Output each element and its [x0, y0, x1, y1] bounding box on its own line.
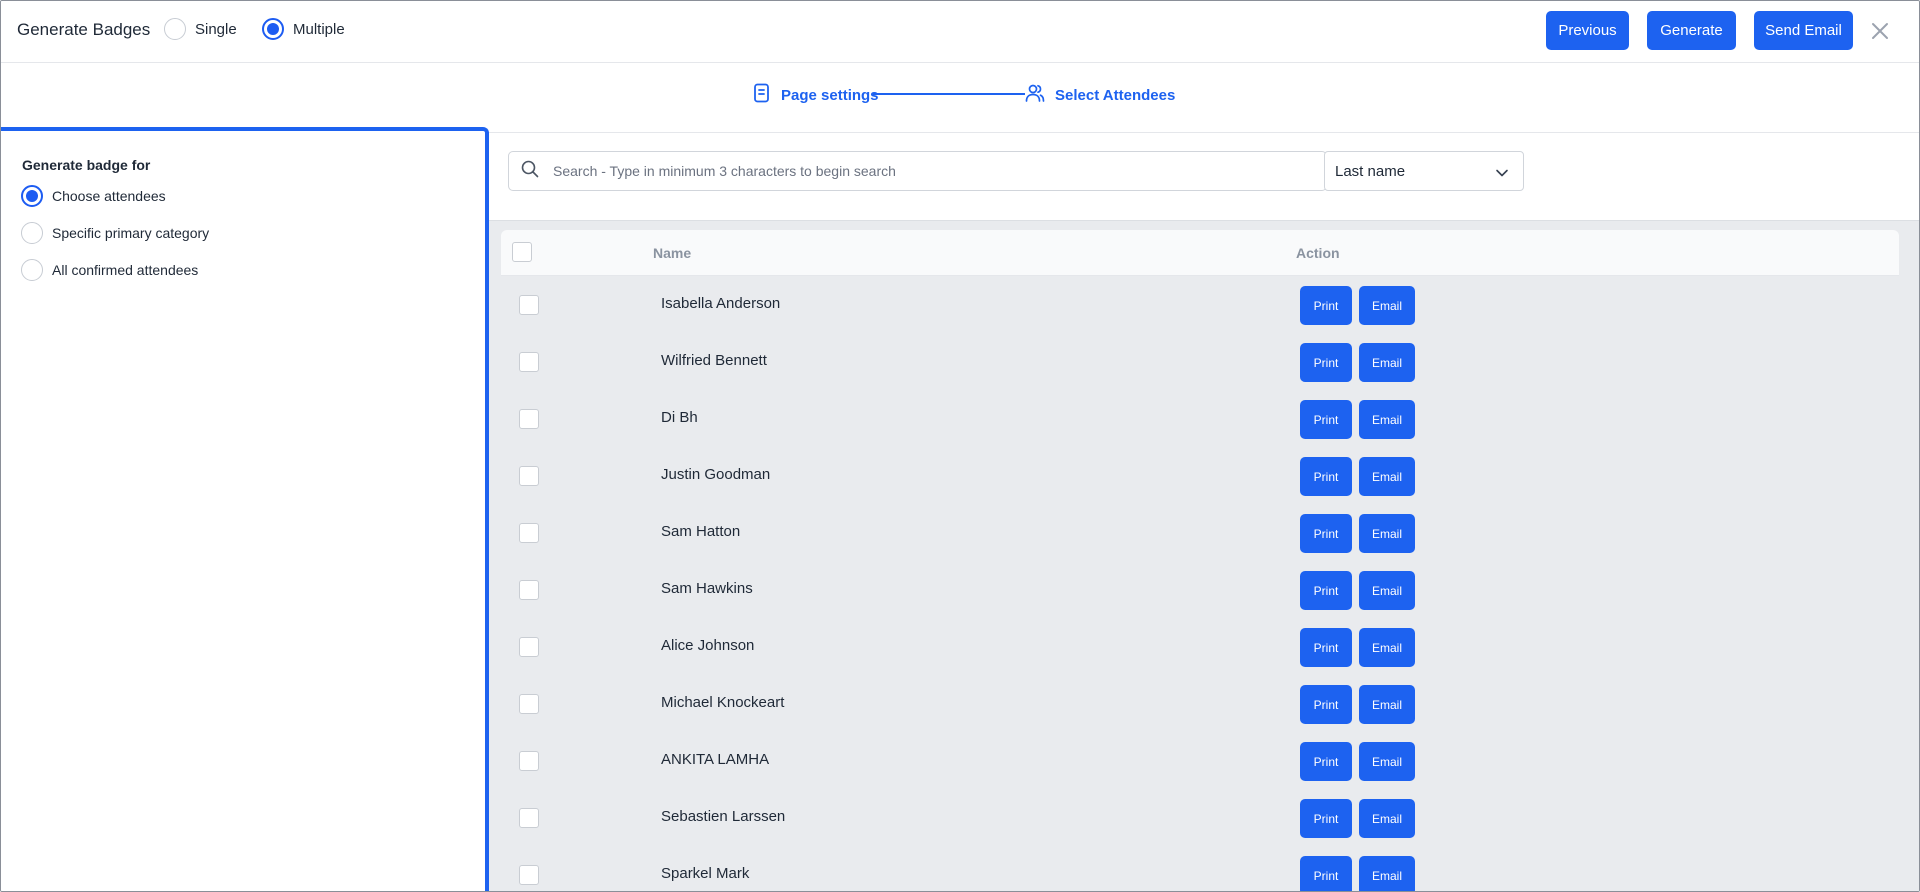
row-checkbox[interactable]	[519, 523, 539, 543]
print-button[interactable]: Print	[1300, 628, 1352, 667]
email-button[interactable]: Email	[1359, 514, 1415, 553]
chevron-down-icon	[1495, 165, 1509, 182]
email-button[interactable]: Email	[1359, 286, 1415, 325]
table-row: Sparkel Mark Print Email	[501, 847, 1899, 891]
specific-primary-category-label: Specific primary category	[52, 225, 210, 241]
search-input[interactable]	[553, 163, 1326, 179]
row-checkbox[interactable]	[519, 295, 539, 315]
print-button[interactable]: Print	[1300, 685, 1352, 724]
modal-title: Generate Badges	[17, 20, 151, 39]
print-button[interactable]: Print	[1300, 286, 1352, 325]
row-checkbox[interactable]	[519, 352, 539, 372]
table-row: Michael Knockeart Print Email	[501, 676, 1899, 733]
attendee-list-area: Last name Name Action Isabella Anderson P…	[489, 134, 1919, 891]
generate-badge-for-heading: Generate badge for	[22, 157, 151, 173]
option-specific-primary-category[interactable]: Specific primary category	[21, 222, 209, 244]
attendee-name: Alice Johnson	[661, 637, 755, 654]
step-select-attendees-label: Select Attendees	[1055, 86, 1176, 104]
table-row: Wilfried Bennett Print Email	[501, 334, 1899, 391]
mode-single-option[interactable]: Single	[164, 18, 237, 40]
document-icon	[753, 83, 771, 107]
option-choose-attendees[interactable]: Choose attendees	[21, 185, 166, 207]
close-icon[interactable]	[1869, 20, 1891, 42]
row-checkbox[interactable]	[519, 751, 539, 771]
specific-primary-category-radio[interactable]	[21, 222, 43, 244]
row-checkbox[interactable]	[519, 580, 539, 600]
print-button[interactable]: Print	[1300, 742, 1352, 781]
action-column-header: Action	[1296, 245, 1340, 261]
name-column-header: Name	[653, 245, 692, 261]
attendee-name: Sparkel Mark	[661, 865, 750, 882]
email-button[interactable]: Email	[1359, 457, 1415, 496]
users-icon	[1025, 83, 1045, 107]
multiple-radio[interactable]	[262, 18, 284, 40]
print-button[interactable]: Print	[1300, 457, 1352, 496]
email-button[interactable]: Email	[1359, 742, 1415, 781]
attendee-name: Isabella Anderson	[661, 295, 781, 312]
email-button[interactable]: Email	[1359, 343, 1415, 382]
step-page-settings-label: Page settings	[781, 86, 879, 104]
badge-target-panel: Generate badge for Choose attendees Spec…	[1, 127, 489, 891]
email-button[interactable]: Email	[1359, 856, 1415, 891]
search-box	[508, 151, 1327, 191]
generate-badges-modal: Generate Badges Single Multiple Previous…	[0, 0, 1920, 892]
attendee-name: Di Bh	[661, 409, 698, 426]
email-button[interactable]: Email	[1359, 400, 1415, 439]
search-icon	[521, 160, 539, 183]
email-button[interactable]: Email	[1359, 685, 1415, 724]
print-button[interactable]: Print	[1300, 343, 1352, 382]
step-select-attendees[interactable]: Select Attendees	[1025, 83, 1175, 107]
choose-attendees-label: Choose attendees	[52, 188, 166, 204]
table-row: Di Bh Print Email	[501, 391, 1899, 448]
print-button[interactable]: Print	[1300, 400, 1352, 439]
option-all-confirmed-attendees[interactable]: All confirmed attendees	[21, 259, 198, 281]
attendee-name: Wilfried Bennett	[661, 352, 767, 369]
sort-select-value: Last name	[1335, 162, 1406, 180]
stepper-connector	[873, 93, 1025, 95]
table-row: Isabella Anderson Print Email	[501, 277, 1899, 334]
email-button[interactable]: Email	[1359, 571, 1415, 610]
attendee-name: Sam Hawkins	[661, 580, 753, 597]
send-email-button[interactable]: Send Email	[1754, 11, 1853, 50]
table-row: Justin Goodman Print Email	[501, 448, 1899, 505]
attendee-name: Justin Goodman	[661, 466, 771, 483]
modal-header: Generate Badges Single Multiple Previous…	[1, 1, 1919, 63]
stepper: Page settings Select Attendees	[1, 63, 1919, 133]
sort-select[interactable]: Last name	[1324, 151, 1524, 191]
single-label: Single	[195, 20, 237, 38]
table-row: Sebastien Larssen Print Email	[501, 790, 1899, 847]
attendee-name: Sebastien Larssen	[661, 808, 786, 825]
email-button[interactable]: Email	[1359, 799, 1415, 838]
row-checkbox[interactable]	[519, 637, 539, 657]
attendee-table: Name Action Isabella Anderson Print Email W…	[489, 220, 1919, 891]
row-checkbox[interactable]	[519, 865, 539, 885]
choose-attendees-radio[interactable]	[21, 185, 43, 207]
table-row: ANKITA LAMHA Print Email	[501, 733, 1899, 790]
row-checkbox[interactable]	[519, 808, 539, 828]
table-row: Sam Hatton Print Email	[501, 505, 1899, 562]
single-radio[interactable]	[164, 18, 186, 40]
row-checkbox[interactable]	[519, 466, 539, 486]
select-all-checkbox[interactable]	[512, 242, 532, 262]
table-header: Name Action	[501, 230, 1899, 276]
row-checkbox[interactable]	[519, 694, 539, 714]
generate-button[interactable]: Generate	[1647, 11, 1736, 50]
all-confirmed-attendees-radio[interactable]	[21, 259, 43, 281]
multiple-label: Multiple	[293, 20, 345, 38]
email-button[interactable]: Email	[1359, 628, 1415, 667]
table-row: Sam Hawkins Print Email	[501, 562, 1899, 619]
all-confirmed-attendees-label: All confirmed attendees	[52, 262, 199, 278]
mode-multiple-option[interactable]: Multiple	[262, 18, 345, 40]
row-checkbox[interactable]	[519, 409, 539, 429]
print-button[interactable]: Print	[1300, 856, 1352, 891]
print-button[interactable]: Print	[1300, 799, 1352, 838]
previous-button[interactable]: Previous	[1546, 11, 1629, 50]
attendee-name: ANKITA LAMHA	[661, 751, 770, 768]
attendee-name: Sam Hatton	[661, 523, 741, 540]
print-button[interactable]: Print	[1300, 514, 1352, 553]
table-row: Alice Johnson Print Email	[501, 619, 1899, 676]
print-button[interactable]: Print	[1300, 571, 1352, 610]
step-page-settings[interactable]: Page settings	[753, 83, 879, 107]
attendee-name: Michael Knockeart	[661, 694, 785, 711]
